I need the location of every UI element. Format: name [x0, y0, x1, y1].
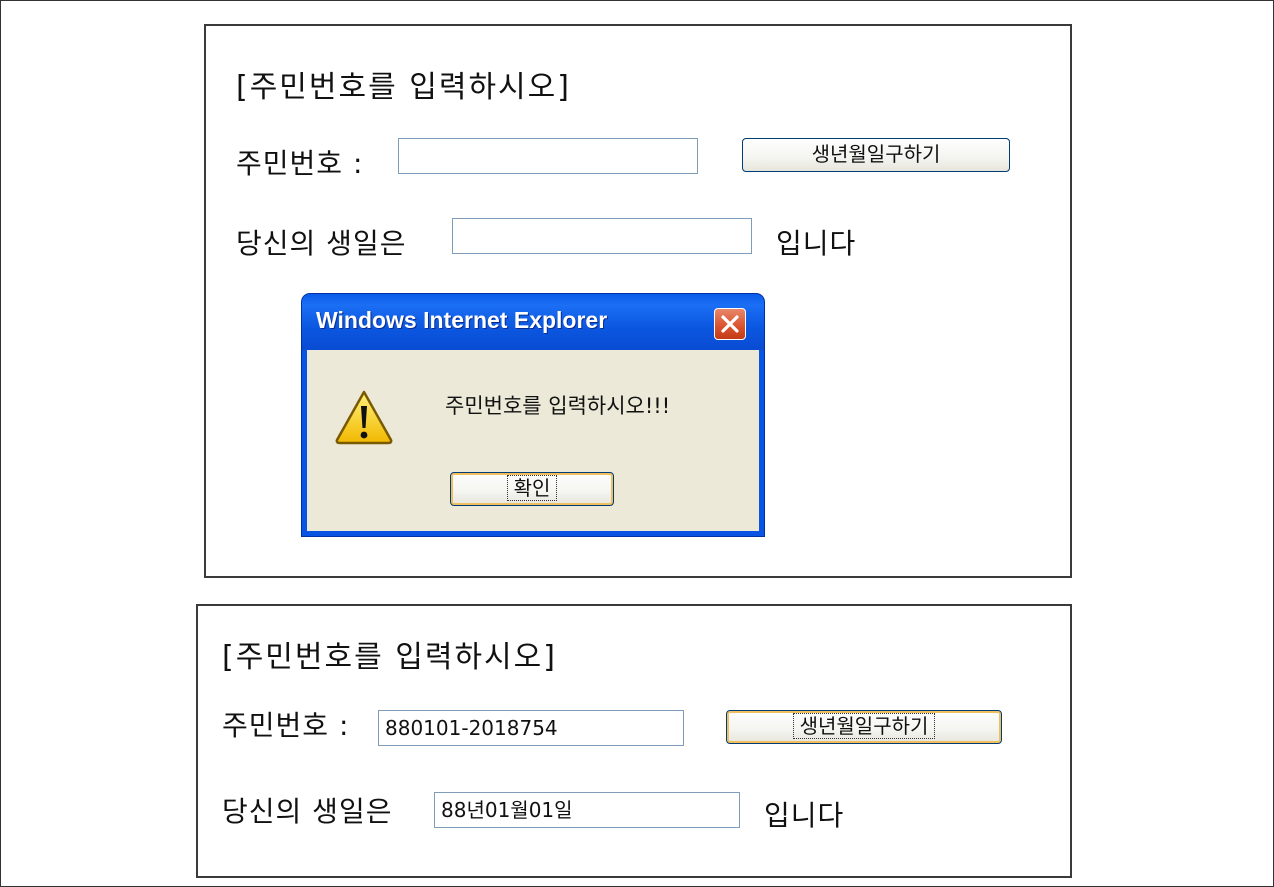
birthday-label: 당신의 생일은	[236, 227, 407, 260]
get-birthdate-button[interactable]: 생년월일구하기	[726, 710, 1002, 744]
dialog-title: Windows Internet Explorer	[316, 307, 608, 333]
ssn-input[interactable]	[398, 138, 698, 174]
form-heading: [주민번호를 입력하시오]	[236, 70, 571, 105]
get-birthdate-button-label: 생년월일구하기	[792, 713, 936, 739]
ok-button[interactable]: 확인	[450, 472, 614, 506]
close-icon	[721, 315, 739, 333]
alert-dialog: Windows Internet Explorer 주민번호를 입력하시오!!!…	[302, 294, 764, 536]
ssn-input[interactable]: 880101-2018754	[378, 710, 684, 746]
ssn-label: 주민번호 :	[236, 147, 364, 180]
dialog-titlebar[interactable]: Windows Internet Explorer	[302, 294, 764, 350]
birthday-label: 당신의 생일은	[222, 795, 393, 828]
bottom-form-panel: [주민번호를 입력하시오] 주민번호 : 880101-2018754 생년월일…	[196, 604, 1072, 878]
birthday-output[interactable]	[452, 218, 752, 254]
warning-icon	[335, 390, 393, 445]
birthday-output[interactable]: 88년01월01일	[434, 792, 740, 828]
dialog-body: 주민번호를 입력하시오!!! 확인	[307, 350, 759, 531]
ssn-label: 주민번호 :	[222, 709, 350, 742]
close-button[interactable]	[714, 308, 746, 340]
ok-button-label: 확인	[506, 475, 558, 501]
birthday-suffix: 입니다	[764, 799, 845, 832]
get-birthdate-button[interactable]: 생년월일구하기	[742, 138, 1010, 172]
dialog-message: 주민번호를 입력하시오!!!	[445, 394, 671, 418]
birthday-suffix: 입니다	[776, 227, 857, 260]
form-heading: [주민번호를 입력하시오]	[222, 640, 557, 675]
